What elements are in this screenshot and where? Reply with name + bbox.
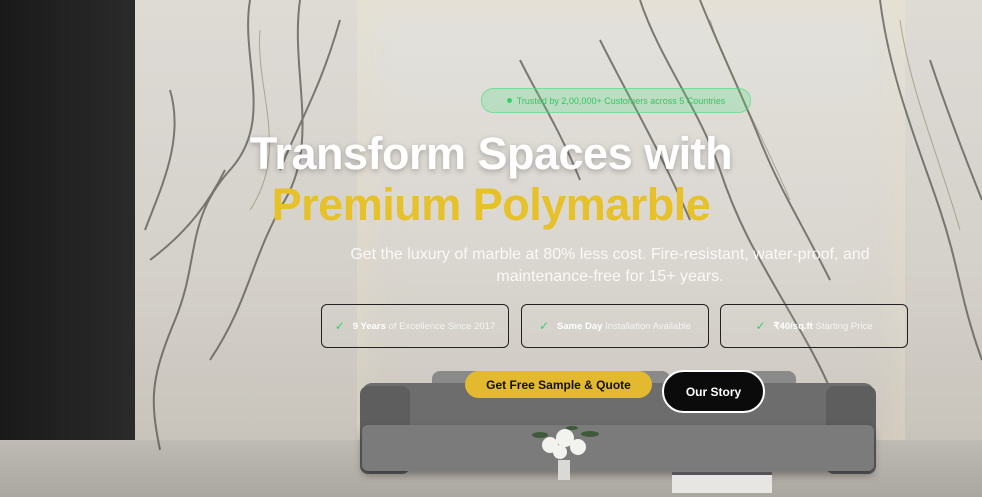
trust-badge: Trusted by 2,00,000+ Customers across 5 … [481,88,751,113]
hero-title: Transform Spaces with [249,128,733,179]
feature-price: ✓ ₹40/sq.ft Starting Price [720,304,908,348]
check-icon: ✓ [755,319,766,333]
check-icon: ✓ [538,319,550,333]
get-free-sample-button[interactable]: Get Free Sample & Quote [465,371,652,398]
our-story-button[interactable]: Our Story [662,370,765,413]
hero-subtitle: Get the luxury of marble at 80% less cos… [350,246,870,285]
check-icon: ✓ [334,319,345,333]
feature-text: 9 Years of Excellence Since 2017 [352,320,496,332]
status-dot-icon [506,98,512,103]
trust-badge-text: Trusted by 2,00,000+ Customers across 5 … [516,95,726,106]
feature-text: Same Day Installation Available [557,320,692,332]
feature-text: ₹40/sq.ft Starting Price [773,320,873,332]
hero-content: Trusted by 2,00,000+ Customers across 5 … [0,0,982,497]
feature-experience: ✓ 9 Years of Excellence Since 2017 [321,304,509,348]
feature-installation: ✓ Same Day Installation Available [521,304,709,348]
hero-title-highlight: Premium Polymarble [271,179,711,230]
